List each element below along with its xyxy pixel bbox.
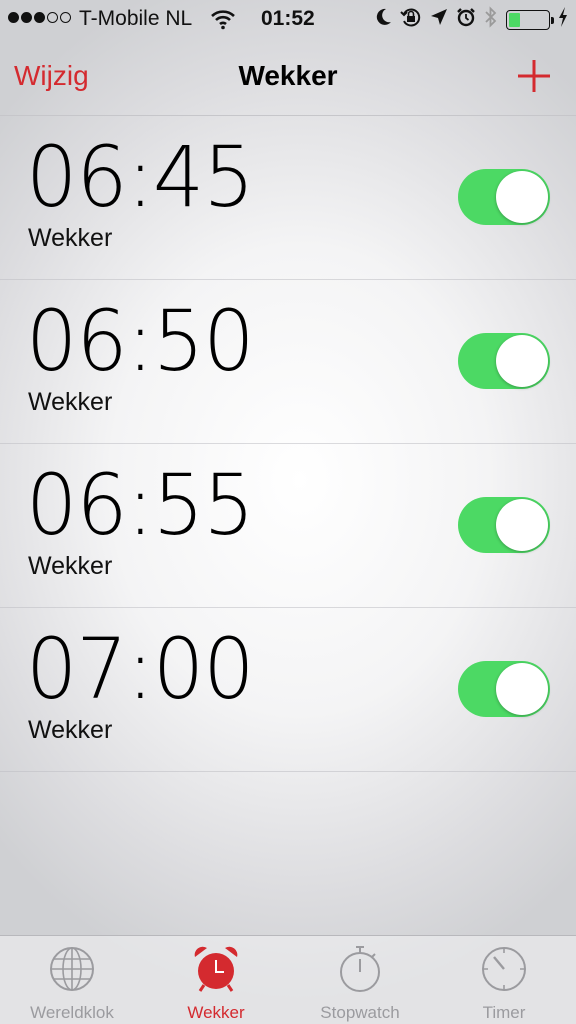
battery-icon [506,10,554,30]
status-bar: T-Mobile NL 01:52 [0,0,576,38]
alarm-label: Wekker [28,224,113,252]
alarm-row[interactable]: 06:45 Wekker [0,116,576,280]
tab-label: Wereldklok [30,1003,114,1022]
globe-icon [50,947,94,991]
carrier-name: T-Mobile NL [79,7,193,30]
rotation-lock-icon [400,6,422,34]
moon-icon [374,7,392,33]
alarm-clock-icon [194,946,238,992]
alarm-time: 06:45 [26,128,255,226]
alarm-row[interactable]: 06:55 Wekker [0,444,576,608]
tab-stopwatch[interactable]: Stopwatch [288,936,432,1024]
location-icon [430,8,448,32]
charging-icon [558,7,568,33]
alarm-toggle[interactable] [458,169,550,225]
alarm-time: 06:50 [26,292,255,390]
alarm-toggle[interactable] [458,497,550,553]
tab-world-clock[interactable]: Wereldklok [0,936,144,1024]
alarm-time: 07:00 [26,620,255,718]
alarm-toggle[interactable] [458,661,550,717]
timer-icon [482,947,526,991]
tab-label: Timer [482,1003,526,1022]
tab-timer[interactable]: Timer [432,936,576,1024]
alarm-row[interactable]: 06:50 Wekker [0,280,576,444]
bluetooth-icon [484,6,498,34]
tab-label: Stopwatch [320,1003,400,1022]
add-alarm-button[interactable] [516,58,552,94]
plus-icon [518,60,550,92]
status-time: 01:52 [261,7,315,30]
stopwatch-icon [340,946,380,992]
signal-strength-icon [8,12,71,23]
alarm-icon [456,7,476,33]
alarm-time: 06:55 [26,456,255,554]
page-title: Wekker [238,60,338,91]
alarm-list: 06:45 Wekker 06:50 Wekker 06:55 Wekker 0… [0,116,576,772]
alarm-label: Wekker [28,716,113,744]
alarm-label: Wekker [28,552,113,580]
tab-bar: Wereldklok Wekker Stopwatch Timer [0,935,576,1024]
tab-alarm[interactable]: Wekker [144,936,288,1024]
tab-label: Wekker [187,1003,245,1022]
navigation-bar: Wijzig Wekker [0,38,576,116]
alarm-row[interactable]: 07:00 Wekker [0,608,576,772]
wifi-icon [210,8,236,36]
alarm-label: Wekker [28,388,113,416]
alarm-toggle[interactable] [458,333,550,389]
